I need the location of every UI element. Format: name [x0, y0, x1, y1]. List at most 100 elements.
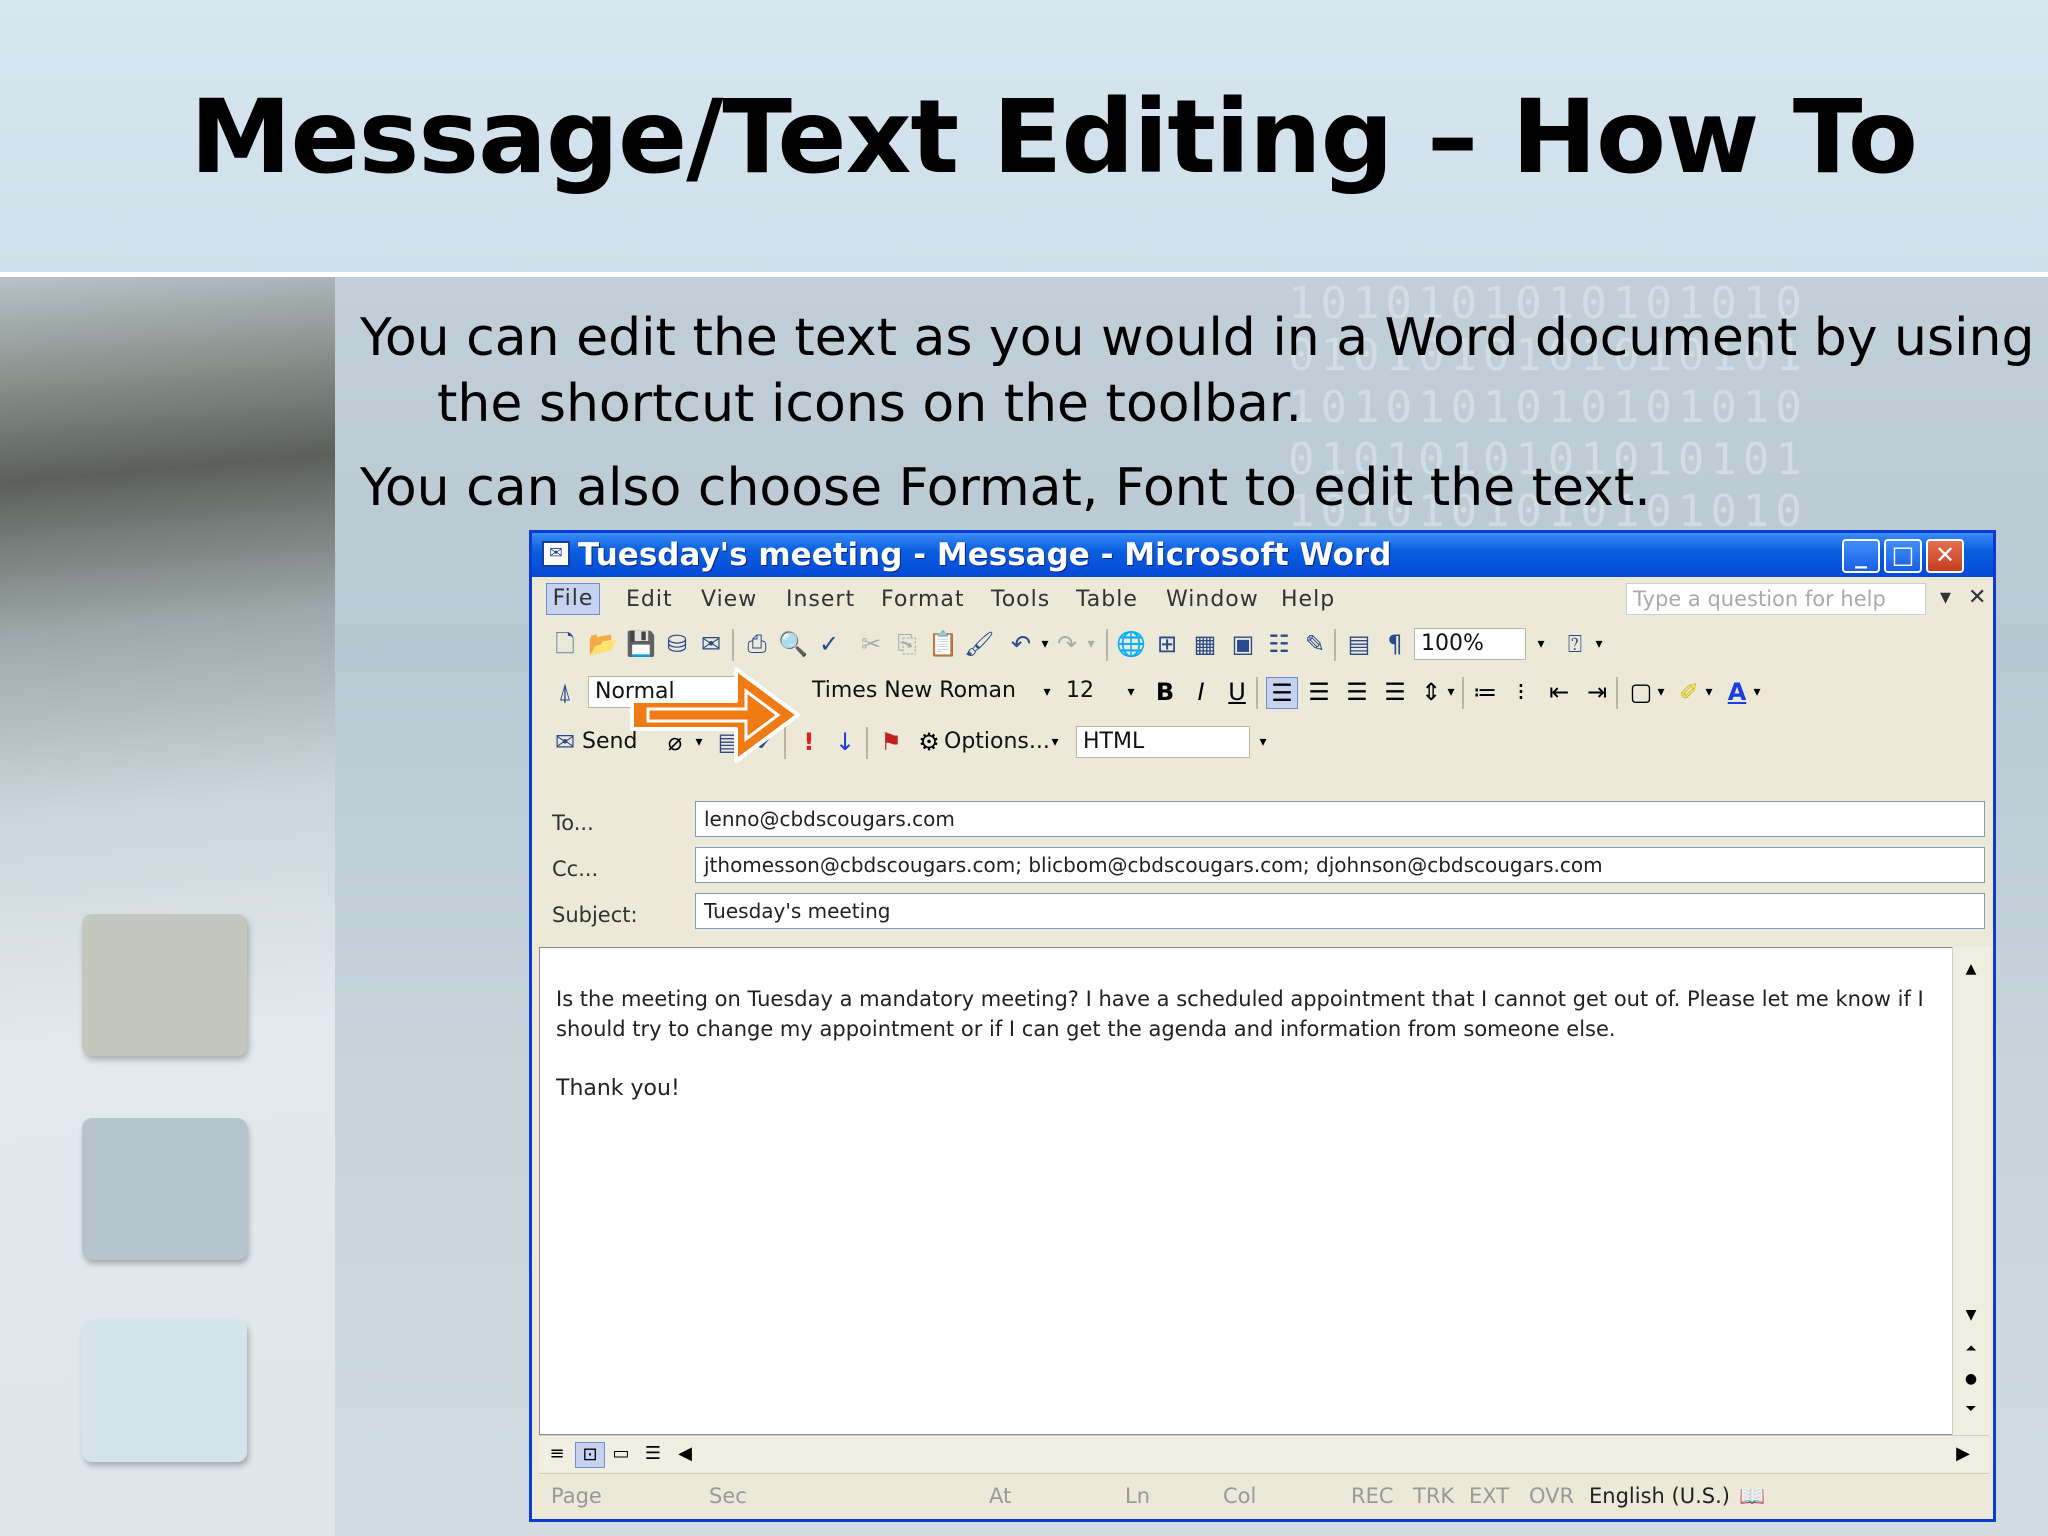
- close-button[interactable]: ✕: [1926, 539, 1964, 573]
- open-folder-icon[interactable]: 📂: [588, 629, 618, 659]
- browse-object-icon[interactable]: ●: [1959, 1367, 1983, 1391]
- next-page-icon[interactable]: ⏷: [1959, 1397, 1983, 1421]
- decorative-square-2: [82, 1118, 247, 1260]
- decrease-indent-icon[interactable]: ⇤: [1544, 677, 1574, 707]
- line-spacing-dropdown-icon[interactable]: ▾: [1440, 676, 1462, 708]
- menu-insert[interactable]: Insert: [786, 587, 855, 612]
- options-button[interactable]: Options...: [944, 729, 1050, 754]
- menu-table[interactable]: Table: [1076, 587, 1138, 612]
- status-ext[interactable]: EXT: [1469, 1484, 1509, 1508]
- columns-icon[interactable]: ☷: [1264, 629, 1294, 659]
- menu-help[interactable]: Help: [1281, 587, 1335, 612]
- font-dropdown-icon[interactable]: ▾: [1036, 676, 1058, 708]
- follow-up-flag-icon[interactable]: ⚑: [876, 727, 906, 757]
- document-close-icon[interactable]: ✕: [1968, 585, 1986, 610]
- menu-tools[interactable]: Tools: [991, 587, 1050, 612]
- status-rec[interactable]: REC: [1351, 1484, 1394, 1508]
- save-icon[interactable]: 💾: [626, 629, 656, 659]
- to-button[interactable]: To...: [552, 811, 594, 835]
- numbering-icon[interactable]: ≔: [1470, 677, 1500, 707]
- status-trk[interactable]: TRK: [1413, 1484, 1454, 1508]
- window-titlebar[interactable]: ✉ Tuesday's meeting - Message - Microsof…: [532, 533, 1993, 577]
- justify-icon[interactable]: ☰: [1380, 677, 1410, 707]
- previous-page-icon[interactable]: ⏶: [1959, 1337, 1983, 1361]
- increase-indent-icon[interactable]: ⇥: [1582, 677, 1612, 707]
- status-ovr[interactable]: OVR: [1529, 1484, 1574, 1508]
- document-map-icon[interactable]: ▤: [1344, 629, 1374, 659]
- tables-borders-icon[interactable]: ⊞: [1152, 629, 1182, 659]
- zoom-select[interactable]: 100%: [1414, 628, 1526, 660]
- permission-icon[interactable]: ⛁: [662, 629, 692, 659]
- normal-view-icon[interactable]: ≡: [543, 1442, 571, 1466]
- minimize-button[interactable]: _: [1842, 539, 1880, 573]
- horizontal-scrollbar[interactable]: ≡ ⊡ ▭ ☰ ◀ ▶: [539, 1435, 1989, 1472]
- cut-icon[interactable]: ✂: [856, 629, 886, 659]
- vertical-scrollbar[interactable]: ▲ ▼ ⏶ ● ⏷: [1952, 947, 1991, 1435]
- status-bar: Page Sec At Ln Col REC TRK EXT OVR Engli…: [539, 1473, 1989, 1518]
- font-color-dropdown-icon[interactable]: ▾: [1746, 676, 1768, 708]
- message-format-select[interactable]: HTML: [1076, 726, 1250, 758]
- drawing-icon[interactable]: ✎: [1300, 629, 1330, 659]
- scroll-down-icon[interactable]: ▼: [1959, 1303, 1983, 1327]
- print-icon[interactable]: ⎙: [742, 629, 772, 659]
- redo-icon[interactable]: ↷: [1052, 629, 1082, 659]
- cc-button[interactable]: Cc...: [552, 857, 598, 881]
- redo-dropdown-icon[interactable]: ▾: [1080, 628, 1102, 660]
- bold-icon[interactable]: B: [1150, 677, 1180, 707]
- toolbar-separator: [732, 629, 734, 661]
- highlight-dropdown-icon[interactable]: ▾: [1698, 676, 1720, 708]
- bullets-icon[interactable]: ⁝: [1506, 677, 1536, 707]
- menu-window[interactable]: Window: [1166, 587, 1259, 612]
- scroll-up-icon[interactable]: ▲: [1959, 957, 1983, 981]
- hyperlink-icon[interactable]: 🌐: [1116, 629, 1146, 659]
- underline-icon[interactable]: U: [1222, 677, 1252, 707]
- spelling-status-icon[interactable]: 📖: [1739, 1484, 1765, 1509]
- copy-icon[interactable]: ⎘: [892, 629, 922, 659]
- options-dropdown-icon[interactable]: ▾: [1044, 726, 1066, 758]
- email-icon[interactable]: ✉: [696, 629, 726, 659]
- format-dropdown-icon[interactable]: ▾: [1252, 726, 1274, 758]
- align-center-icon[interactable]: ☰: [1304, 677, 1334, 707]
- subject-field[interactable]: Tuesday's meeting: [695, 893, 1985, 929]
- show-hide-icon[interactable]: ¶: [1380, 629, 1410, 659]
- zoom-dropdown-icon[interactable]: ▾: [1530, 628, 1552, 660]
- outline-view-icon[interactable]: ☰: [639, 1442, 667, 1466]
- web-layout-icon[interactable]: ⊡: [575, 1442, 605, 1468]
- styles-icon[interactable]: ⍋: [550, 677, 580, 707]
- spelling-icon[interactable]: ✓: [814, 629, 844, 659]
- menu-format[interactable]: Format: [881, 587, 965, 612]
- maximize-button[interactable]: □: [1884, 539, 1922, 573]
- font-select[interactable]: Times New Roman: [806, 676, 1034, 708]
- envelope-icon[interactable]: ✉: [542, 541, 570, 567]
- font-size-select[interactable]: 12: [1060, 676, 1116, 708]
- menu-view[interactable]: View: [701, 587, 757, 612]
- orange-arrow-callout: [630, 667, 800, 763]
- align-left-icon[interactable]: ☰: [1266, 677, 1298, 709]
- new-icon[interactable]: 🗋: [550, 629, 580, 659]
- align-right-icon[interactable]: ☰: [1342, 677, 1372, 707]
- format-painter-icon[interactable]: 🖌: [964, 629, 994, 659]
- toolbar-options-icon[interactable]: ▾: [1588, 628, 1610, 660]
- insert-table-icon[interactable]: ▦: [1190, 629, 1220, 659]
- scroll-right-icon[interactable]: ▶: [1949, 1442, 1977, 1466]
- send-icon[interactable]: ✉: [550, 727, 580, 757]
- options-icon[interactable]: ⚙: [914, 727, 944, 757]
- print-preview-icon[interactable]: 🔍: [778, 629, 808, 659]
- help-question-input[interactable]: Type a question for help: [1626, 583, 1926, 615]
- undo-icon[interactable]: ↶: [1006, 629, 1036, 659]
- italic-icon[interactable]: I: [1186, 677, 1216, 707]
- message-body[interactable]: Is the meeting on Tuesday a mandatory me…: [539, 947, 1975, 1435]
- scroll-left-icon[interactable]: ◀: [671, 1442, 699, 1466]
- importance-low-icon[interactable]: ↓: [830, 727, 860, 757]
- print-layout-icon[interactable]: ▭: [607, 1442, 635, 1466]
- read-icon[interactable]: ⍰: [1560, 629, 1590, 659]
- borders-dropdown-icon[interactable]: ▾: [1650, 676, 1672, 708]
- cc-field[interactable]: jthomesson@cbdscougars.com; blicbom@cbds…: [695, 847, 1985, 883]
- menu-file[interactable]: File: [546, 583, 600, 615]
- to-field[interactable]: lenno@cbdscougars.com: [695, 801, 1985, 837]
- font-size-dropdown-icon[interactable]: ▾: [1120, 676, 1142, 708]
- insert-excel-icon[interactable]: ▣: [1228, 629, 1258, 659]
- help-dropdown-icon[interactable]: ▾: [1940, 585, 1951, 610]
- paste-icon[interactable]: 📋: [928, 629, 958, 659]
- menu-edit[interactable]: Edit: [626, 587, 673, 612]
